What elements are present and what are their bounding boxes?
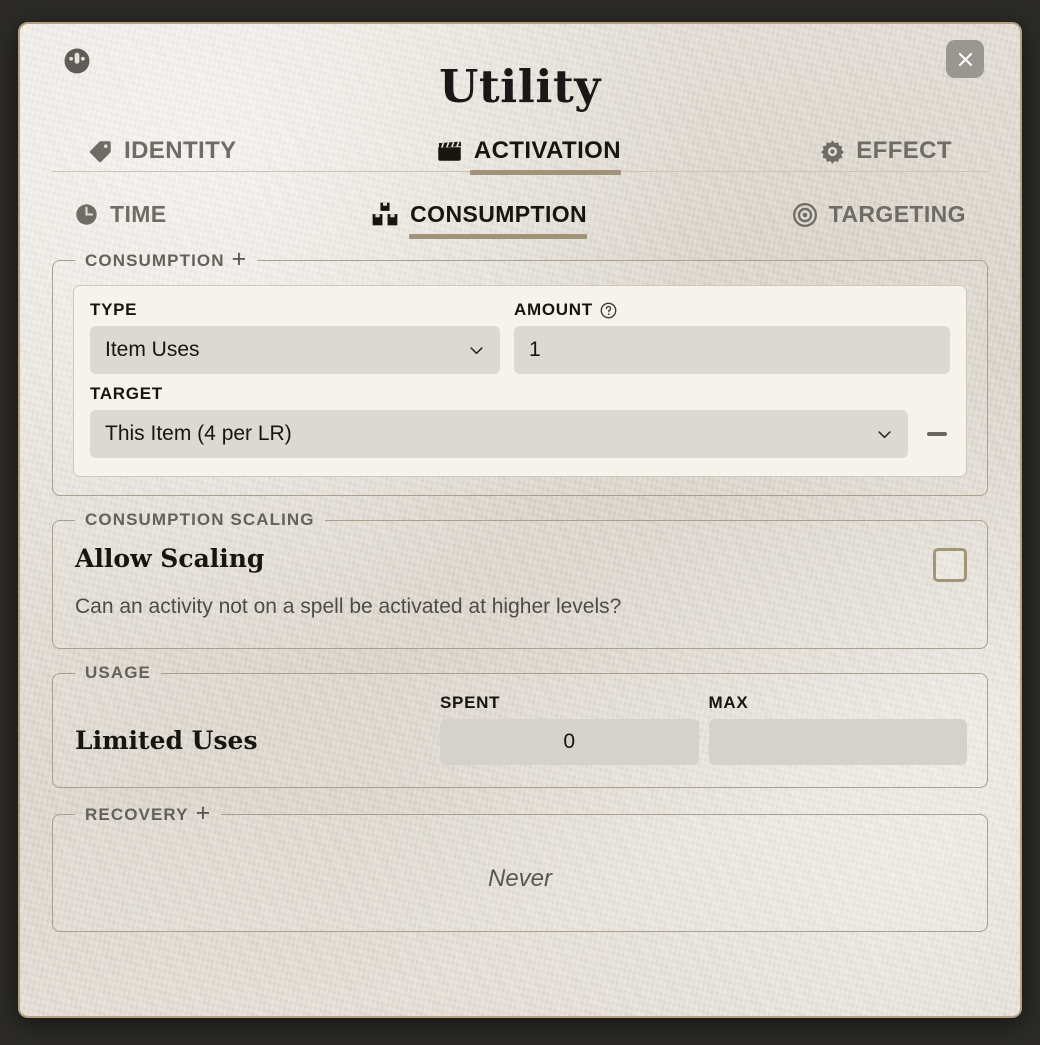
tab-activation[interactable]: ACTIVATION	[436, 137, 622, 175]
consumption-amount-label: AMOUNT	[514, 300, 950, 320]
consumption-amount-input[interactable]	[514, 326, 950, 374]
recovery-legend: RECOVERY +	[75, 801, 221, 827]
usage-spent-label: SPENT	[440, 693, 501, 712]
clapperboard-icon	[436, 138, 463, 165]
usage-max-label: MAX	[708, 693, 749, 712]
allow-scaling-label: Allow Scaling	[75, 544, 265, 573]
primary-tab-bar: IDENTITY ACTIVATION EFFECT	[52, 116, 988, 175]
chevron-down-icon	[470, 346, 483, 354]
recovery-panel: RECOVERY + Never	[52, 801, 988, 932]
usage-max-field: MAX	[708, 693, 967, 765]
consumption-legend: CONSUMPTION +	[75, 247, 257, 273]
consumption-amount-label-text: AMOUNT	[514, 300, 593, 319]
tab-identity-label: IDENTITY	[124, 137, 237, 164]
allow-scaling-hint: Can an activity not on a spell be activa…	[75, 595, 622, 618]
consumption-scaling-legend: CONSUMPTION SCALING	[85, 510, 315, 529]
help-icon[interactable]	[600, 302, 617, 319]
consumption-amount-field: AMOUNT	[514, 300, 950, 374]
consumption-type-label: TYPE	[90, 300, 138, 319]
clock-icon	[74, 202, 99, 227]
tab-time-label: TIME	[110, 201, 167, 227]
consumption-type-select[interactable]: Item Uses	[90, 326, 500, 374]
usage-legend: USAGE	[85, 663, 151, 682]
page-title: Utility	[439, 60, 601, 113]
tab-effect-label: EFFECT	[856, 137, 952, 164]
remove-consumption-target-button[interactable]	[924, 410, 950, 458]
tab-identity[interactable]: IDENTITY	[88, 137, 237, 171]
sheet-header: Utility	[52, 24, 988, 116]
tag-icon	[88, 139, 113, 164]
consumption-panel: CONSUMPTION + TYPE Item Uses AMOUNT 1 TA…	[52, 247, 988, 496]
consumption-target-value: This Item (4 per LR)	[105, 422, 292, 445]
secondary-tab-bar: TIME CONSUMPTION TARGETING	[52, 172, 988, 239]
tab-activation-label: ACTIVATION	[473, 137, 621, 164]
consumption-scaling-panel: CONSUMPTION SCALING Allow Scaling Can an…	[52, 510, 988, 649]
minus-icon	[927, 432, 947, 436]
consumption-type-field: TYPE Item Uses	[90, 300, 500, 374]
tab-time[interactable]: TIME	[74, 201, 167, 234]
consumption-target-card: TYPE Item Uses AMOUNT 1 TARGET This Item…	[73, 285, 967, 477]
tab-targeting-label: TARGETING	[828, 201, 966, 227]
consumption-target-label: TARGET	[90, 384, 163, 403]
consumption-type-value: Item Uses	[105, 338, 200, 361]
consumption-legend-label: CONSUMPTION	[85, 250, 225, 270]
recovery-empty-text: Never	[487, 865, 553, 892]
usage-max-input[interactable]	[708, 719, 967, 765]
target-icon	[792, 202, 818, 228]
consumption-target-field: TARGET This Item (4 per LR)	[90, 384, 908, 458]
usage-spent-field: SPENT	[440, 693, 699, 765]
item-sheet-window: Utility IDENTITY ACTIVATION EFFECT TIME …	[18, 22, 1022, 1018]
add-consumption-button[interactable]: +	[232, 247, 248, 272]
consumption-target-select[interactable]: This Item (4 per LR)	[90, 410, 908, 458]
add-recovery-button[interactable]: +	[196, 801, 212, 826]
chevron-down-icon	[878, 430, 891, 438]
limited-uses-label: Limited Uses	[75, 726, 258, 755]
usage-spent-input[interactable]	[440, 719, 699, 765]
allow-scaling-checkbox[interactable]	[933, 548, 967, 582]
boxes-icon	[371, 200, 399, 228]
recovery-legend-label: RECOVERY	[85, 804, 189, 824]
tab-consumption-label: CONSUMPTION	[410, 200, 588, 227]
tab-targeting[interactable]: TARGETING	[792, 201, 966, 234]
tab-consumption[interactable]: CONSUMPTION	[371, 200, 588, 239]
tab-effect[interactable]: EFFECT	[820, 137, 952, 171]
usage-panel: USAGE Limited Uses SPENT MAX	[52, 663, 988, 788]
gear-icon	[820, 139, 845, 164]
